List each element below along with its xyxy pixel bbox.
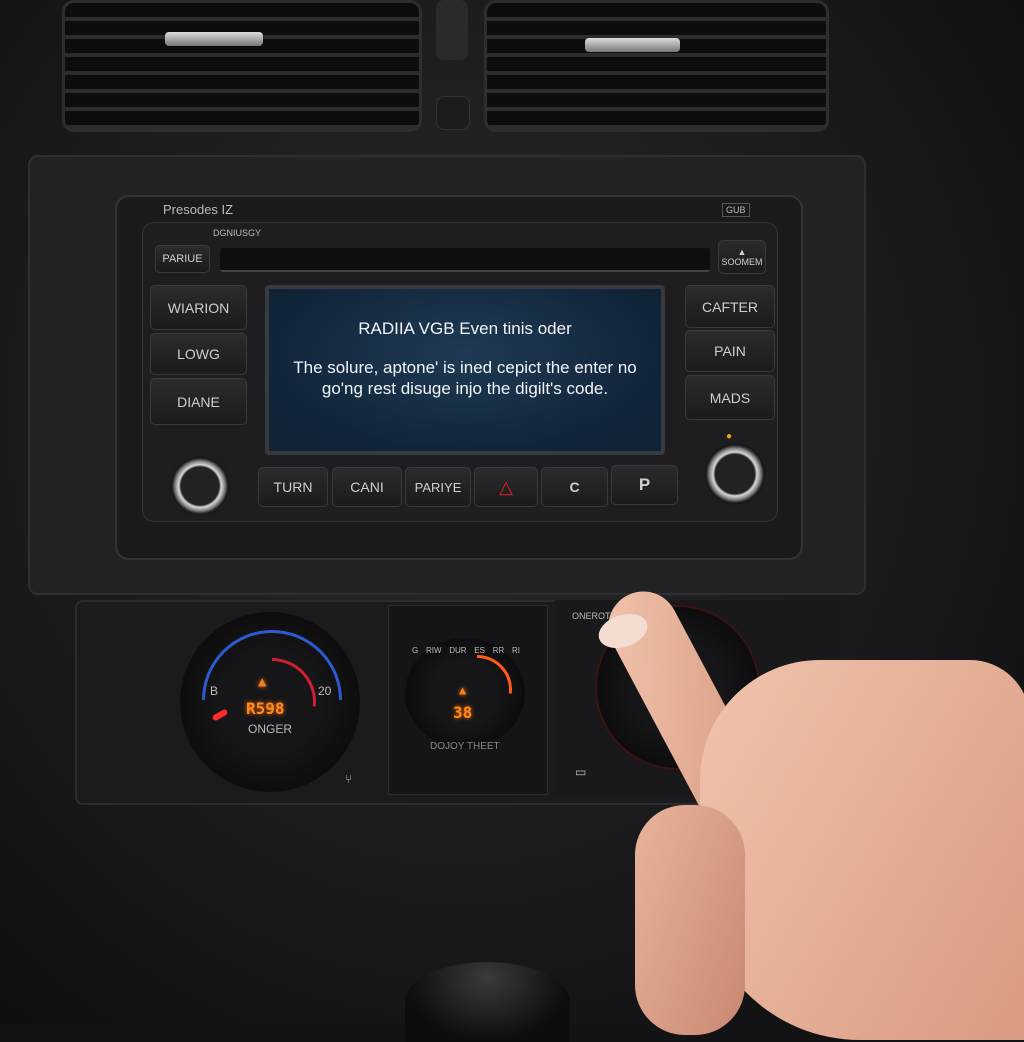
vent-tab[interactable] (165, 32, 263, 46)
top-right-badge: GUB (722, 203, 750, 217)
eject-button[interactable]: ▲ SOOMEM (718, 240, 766, 274)
seat-icon: ⑂ (345, 772, 353, 786)
warning-triangle-icon: △ (499, 476, 513, 497)
radio-display: RADIIA VGB Even tinis oder The solure, a… (265, 285, 665, 455)
fan-scale-label: RI (511, 646, 520, 655)
fan-scale-label: RIW (425, 646, 442, 655)
left-button-3[interactable]: DIANE (150, 378, 247, 425)
fan-scale-label: DUR (449, 646, 467, 655)
p-button[interactable]: P (611, 465, 678, 505)
fan-scale-label: G (412, 646, 419, 655)
vent-tab[interactable] (585, 38, 680, 52)
center-dial-label: DOJOY THEET (430, 741, 500, 752)
volume-knob[interactable] (170, 456, 230, 516)
fan-scale-label: ES (474, 646, 485, 655)
pariye-button[interactable]: PARIYE (405, 467, 471, 507)
hand (700, 660, 1024, 1040)
center-dial-display: 38 (453, 703, 473, 722)
dial-max-label: 20 (318, 684, 332, 698)
cd-slot[interactable] (220, 248, 710, 272)
top-left-button[interactable]: PARIUE (155, 245, 210, 273)
left-button-1[interactable]: WIARION (150, 285, 247, 330)
display-message: The solure, aptone' is ined cepict the e… (293, 358, 637, 398)
right-climate-label: ONEROT (572, 611, 611, 621)
turn-button[interactable]: TURN (258, 467, 328, 507)
warning-icon: ▲ (459, 683, 467, 697)
right-air-vent[interactable] (484, 0, 829, 132)
vent-button[interactable] (436, 96, 470, 130)
c-button[interactable]: C (541, 467, 608, 507)
right-button-2[interactable]: PAIN (685, 330, 775, 372)
gear-shifter[interactable] (405, 962, 570, 1042)
thumb (635, 805, 745, 1035)
left-air-vent[interactable] (62, 0, 422, 132)
display-title: RADIIA VGB Even tinis oder (358, 319, 572, 338)
hazard-switch[interactable] (436, 0, 468, 60)
eject-label: SOOMEM (721, 257, 763, 267)
hazard-button[interactable]: △ (474, 467, 538, 507)
cani-button[interactable]: CANI (332, 467, 402, 507)
slot-label: DGNIUSGY (213, 228, 262, 238)
right-button-1[interactable]: CAFTER (685, 285, 775, 328)
left-dial-label: ONGER (248, 722, 293, 736)
indicator-light: ● (726, 431, 733, 442)
warning-icon: ▲ (258, 674, 267, 690)
eject-icon: ▲ (737, 247, 747, 257)
dial-min-label: B (210, 684, 219, 698)
tuning-knob[interactable] (704, 443, 766, 505)
left-button-2[interactable]: LOWG (150, 333, 247, 375)
fan-scale-label: RR (492, 646, 505, 655)
brand-label: Presodes IZ (163, 202, 234, 217)
right-button-3[interactable]: MADS (685, 375, 775, 420)
left-dial-display: R598 (246, 699, 285, 718)
radio-icon: ▭ (575, 765, 587, 779)
